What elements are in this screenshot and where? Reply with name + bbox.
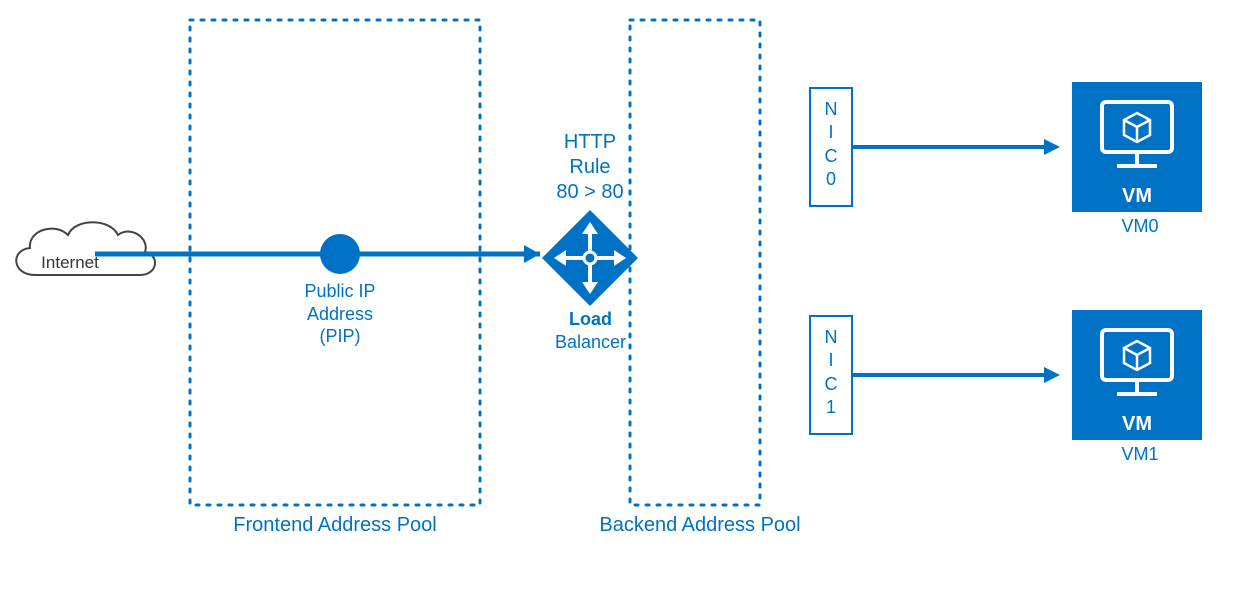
vm1-label: VM1 bbox=[1110, 444, 1170, 465]
svg-text:VM: VM bbox=[1122, 185, 1152, 207]
public-ip-line1: Public IP bbox=[304, 281, 375, 301]
public-ip-label: Public IP Address (PIP) bbox=[290, 280, 390, 348]
nic0-label: N I C 0 bbox=[810, 98, 852, 192]
lb-line2: Balancer bbox=[555, 332, 626, 352]
nic1-label: N I C 1 bbox=[810, 326, 852, 420]
http-rule-line1: HTTP bbox=[564, 131, 616, 153]
vm1-icon: VM bbox=[1072, 310, 1202, 440]
http-rule-line3: 80 > 80 bbox=[556, 181, 623, 203]
architecture-diagram: VM VM bbox=[0, 0, 1241, 602]
public-ip-icon bbox=[320, 234, 360, 274]
frontend-pool-label: Frontend Address Pool bbox=[220, 514, 450, 537]
public-ip-line2: Address bbox=[307, 304, 373, 324]
vm0-icon: VM bbox=[1072, 82, 1202, 212]
http-rule-label: HTTP Rule 80 > 80 bbox=[540, 130, 640, 205]
svg-text:VM: VM bbox=[1122, 413, 1152, 435]
vm0-label: VM0 bbox=[1110, 216, 1170, 237]
load-balancer-label: Load Balancer bbox=[548, 308, 633, 353]
http-rule-line2: Rule bbox=[569, 156, 610, 178]
load-balancer-icon bbox=[542, 210, 638, 306]
internet-label: Internet bbox=[30, 253, 110, 273]
backend-pool-label: Backend Address Pool bbox=[590, 514, 810, 537]
lb-line1: Load bbox=[569, 309, 612, 329]
backend-pool-box bbox=[630, 20, 760, 505]
public-ip-line3: (PIP) bbox=[319, 326, 360, 346]
